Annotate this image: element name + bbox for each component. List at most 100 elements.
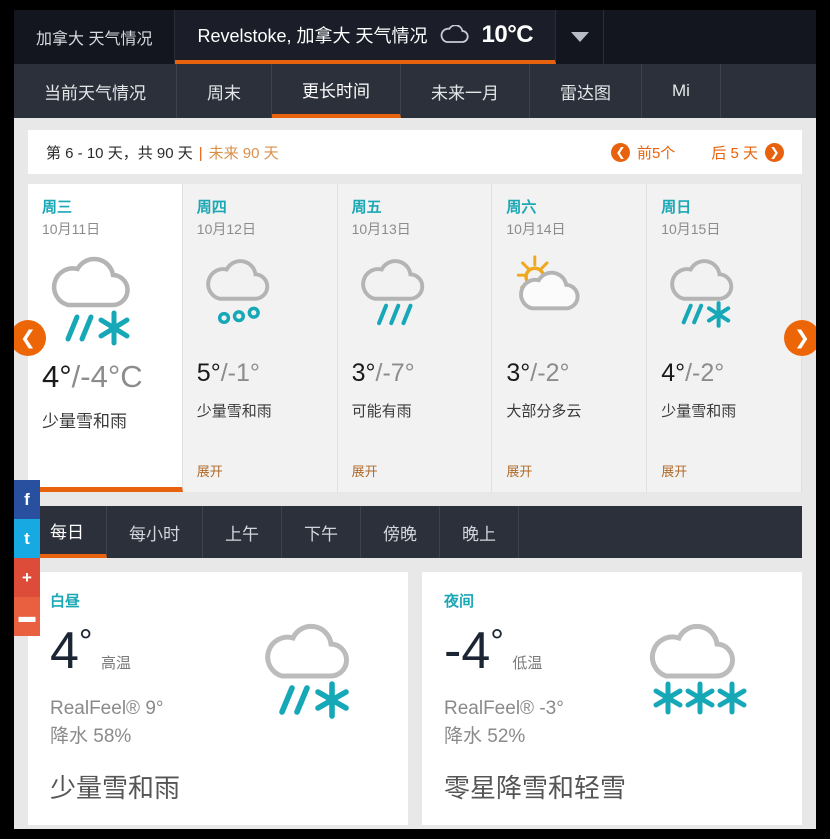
current-temperature: 10°C: [481, 21, 534, 48]
tab-weekend-label: 周末: [207, 83, 241, 103]
card-date: 10月11日: [42, 221, 101, 237]
prev-five-label: 前5个: [636, 144, 676, 162]
forecast-card[interactable]: 周日 10月15日 4°/-2° 少量雪和雨 展开: [647, 184, 802, 492]
googleplus-share-button[interactable]: +: [14, 558, 40, 597]
twitter-icon: t: [24, 528, 30, 548]
nighttime-temp-label: 低温: [512, 655, 543, 672]
card-low: -7°: [382, 359, 415, 387]
card-low: -1°: [227, 359, 260, 387]
nighttime-degree-symbol: °: [490, 623, 504, 661]
subtab-afternoon-label: 下午: [304, 524, 338, 544]
location-tab-revelstoke[interactable]: Revelstoke, 加拿大 天气情况 10°C: [175, 10, 557, 64]
carousel-next-button[interactable]: ❯: [784, 320, 816, 356]
next-five-button[interactable]: 后 5 天 ❯: [711, 142, 784, 163]
cloud-icon: [438, 24, 472, 45]
tab-current-conditions-label: 当前天气情况: [44, 83, 146, 103]
cloud-sleet-icon: [197, 253, 323, 353]
tab-current-conditions[interactable]: 当前天气情况: [14, 64, 177, 118]
cloud-rain-snow-icon: [254, 620, 374, 735]
card-low: -2°: [537, 359, 570, 387]
card-date: 10月14日: [506, 221, 566, 237]
cloud-rain-icon: [352, 253, 478, 353]
card-expand-link[interactable]: 展开: [661, 461, 687, 480]
next-five-label: 后 5 天: [711, 144, 758, 162]
range-highlight-link[interactable]: 未来 90 天: [209, 142, 279, 163]
nighttime-phrase: 零星降雪和轻雪: [444, 773, 627, 804]
card-temperatures: 4°/-4°C: [42, 359, 168, 395]
range-separator: |: [198, 144, 203, 162]
card-expand-link[interactable]: 展开: [352, 461, 378, 480]
facebook-share-button[interactable]: f: [14, 480, 40, 519]
card-high: 4°: [661, 359, 686, 387]
daytime-degree-symbol: °: [78, 623, 93, 661]
card-high: 5°: [196, 359, 221, 387]
location-bar: 加拿大 天气情况 Revelstoke, 加拿大 天气情况 10°C: [14, 10, 816, 64]
subtab-evening-label: 傍晚: [383, 524, 417, 544]
tab-extended-label: 更长时间: [302, 81, 370, 101]
subtab-morning[interactable]: 上午: [203, 506, 282, 558]
card-temperatures: 3°/-2°: [506, 359, 632, 388]
card-weekday: 周日: [661, 199, 692, 216]
location-bar-filler: [604, 10, 816, 64]
twitter-share-button[interactable]: t: [14, 519, 40, 558]
card-temp-separator: /: [685, 359, 693, 387]
detail-sub-tabs: 每日 每小时 上午 下午 傍晚 晚上: [28, 506, 802, 558]
chevron-right-icon: ❯: [794, 327, 810, 349]
card-temp-separator: /: [220, 359, 228, 387]
card-expand-link[interactable]: 展开: [197, 461, 223, 480]
subtab-hourly[interactable]: 每小时: [107, 506, 203, 558]
location-dropdown-button[interactable]: [556, 10, 605, 64]
googleplus-icon: +: [22, 567, 32, 587]
chevron-left-icon: ❮: [20, 327, 36, 349]
range-info-bar: 第 6 - 10 天，共 90 天 | 未来 90 天 ❮ 前5个 后 5 天 …: [28, 130, 802, 174]
nighttime-panel: 夜间 -4° 低温 RealFeel® -3° 降水 52% 零星降雪和轻雪: [422, 572, 802, 826]
nighttime-temperature: -4°: [444, 625, 504, 677]
prev-five-button[interactable]: ❮ 前5个: [610, 142, 676, 163]
arrow-left-circle-icon: ❮: [610, 142, 630, 162]
tab-radar[interactable]: 雷达图: [530, 64, 642, 118]
tab-extended[interactable]: 更长时间: [272, 64, 401, 118]
forecast-card[interactable]: 周四 10月12日 5°/-1° 少量雪和雨 展开: [182, 184, 338, 492]
card-high: 3°: [351, 359, 376, 387]
cloud-rain-snow-icon: [661, 253, 787, 353]
card-phrase: 少量雪和雨: [661, 403, 737, 420]
card-weekday: 周六: [506, 199, 537, 216]
subtab-hourly-label: 每小时: [129, 524, 180, 544]
card-low: -4°C: [80, 359, 143, 394]
card-temperatures: 4°/-2°: [661, 359, 787, 388]
card-expand-link[interactable]: 展开: [506, 461, 532, 480]
forecast-card[interactable]: 周三 10月11日 4°/-4°C 少量雪和雨: [28, 184, 183, 492]
range-label: 第 6 - 10 天，共 90 天: [46, 144, 193, 162]
card-weekday: 周四: [196, 199, 227, 216]
tab-more-label: Mi: [672, 81, 690, 100]
subtab-evening[interactable]: 傍晚: [361, 506, 440, 558]
card-phrase: 大部分多云: [506, 403, 582, 420]
main-nav-tabs: 当前天气情况 周末 更长时间 未来一月 雷达图 Mi: [14, 64, 816, 118]
tab-more[interactable]: Mi: [642, 64, 721, 118]
daytime-temperature: 4°: [50, 625, 93, 677]
forecast-card[interactable]: 周五 10月13日 3°/-7° 可能有雨 展开: [337, 184, 493, 492]
card-high: 3°: [506, 359, 531, 387]
card-phrase: 少量雪和雨: [196, 403, 272, 420]
pagination-controls: ❮ 前5个 后 5 天 ❯: [610, 142, 784, 163]
subtab-afternoon[interactable]: 下午: [282, 506, 361, 558]
tab-weekend[interactable]: 周末: [177, 64, 272, 118]
more-share-button[interactable]: ▬: [14, 597, 40, 636]
subtab-night[interactable]: 晚上: [440, 506, 519, 558]
cloud-snow-icon: [638, 620, 768, 735]
daytime-panel: 白昼 4° 高温 RealFeel® 9° 降水 58% 少量雪和雨: [28, 572, 408, 826]
card-date: 10月12日: [196, 221, 256, 237]
nighttime-temp-value: -4: [444, 622, 491, 680]
location-tab-country[interactable]: 加拿大 天气情况: [14, 10, 176, 64]
subtab-night-label: 晚上: [462, 524, 496, 544]
daytime-temp-label: 高温: [100, 655, 131, 672]
tab-monthly-label: 未来一月: [431, 83, 499, 103]
subtab-morning-label: 上午: [225, 524, 259, 544]
card-weekday: 周三: [42, 199, 73, 216]
forecast-card[interactable]: 周六 10月14日 3°/-2° 大部分多云 展开: [492, 184, 648, 492]
card-temperatures: 5°/-1°: [197, 359, 323, 388]
chevron-down-icon: [570, 32, 589, 42]
location-tab-country-label: 加拿大 天气情况: [36, 31, 153, 48]
social-share-rail: f t + ▬: [14, 480, 40, 636]
tab-monthly[interactable]: 未来一月: [401, 64, 530, 118]
